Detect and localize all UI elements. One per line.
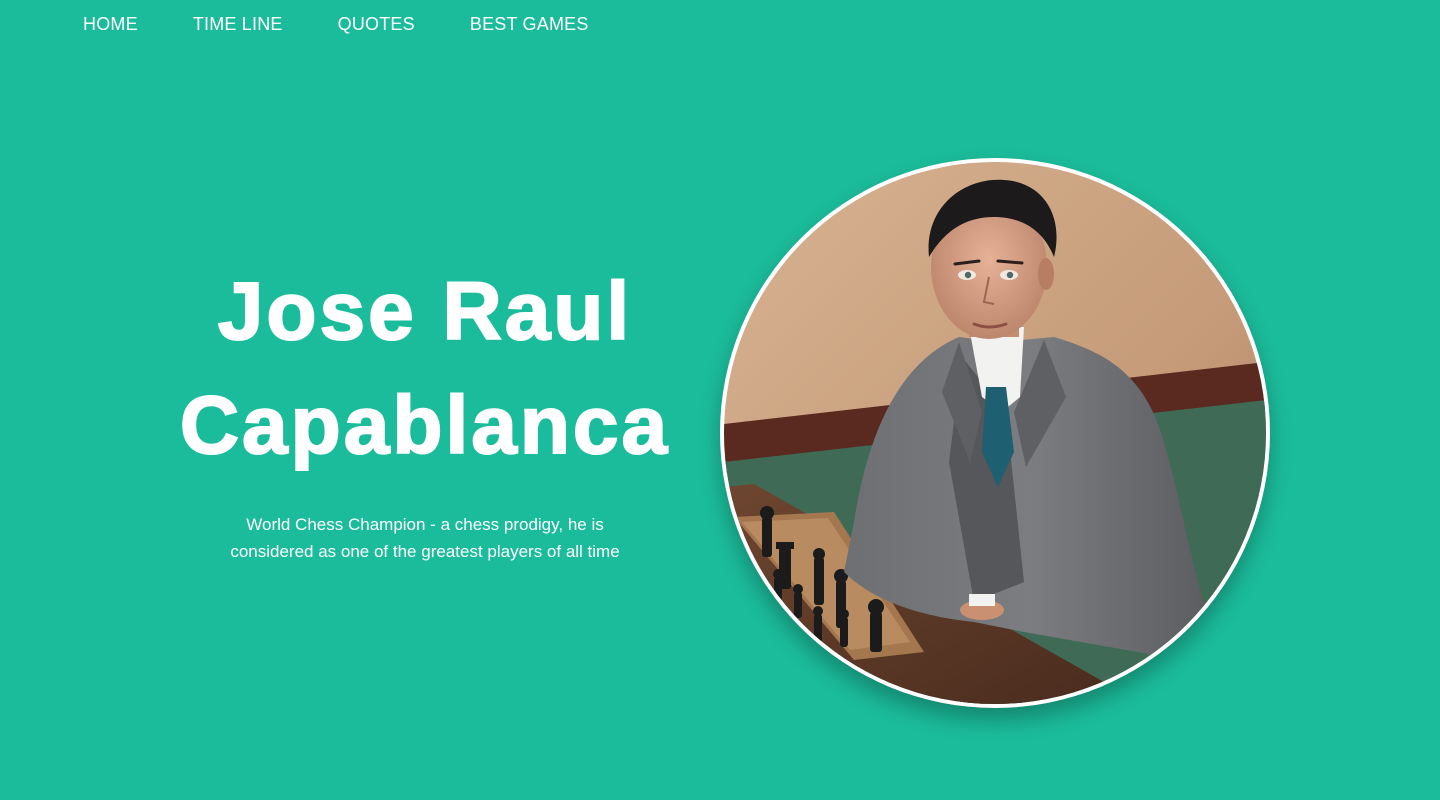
- nav-item-home[interactable]: HOME: [83, 0, 138, 48]
- hero-subtitle: World Chess Champion - a chess prodigy, …: [230, 515, 620, 561]
- nav-item-quotes[interactable]: QUOTES: [338, 0, 415, 48]
- nav-item-best-games[interactable]: BEST GAMES: [470, 0, 589, 48]
- title-line-last: Capablanca: [179, 379, 671, 472]
- portrait-image: [724, 162, 1266, 704]
- top-nav: HOME TIME LINE QUOTES BEST GAMES: [83, 0, 644, 48]
- portrait-illustration: [724, 162, 1266, 704]
- title-line-first: Jose Raul: [217, 265, 633, 358]
- hero-section: Jose Raul Capablanca World Chess Champio…: [140, 255, 710, 565]
- page-title: Jose Raul Capablanca: [140, 255, 710, 483]
- nav-item-time-line[interactable]: TIME LINE: [193, 0, 283, 48]
- portrait-frame: [720, 158, 1270, 708]
